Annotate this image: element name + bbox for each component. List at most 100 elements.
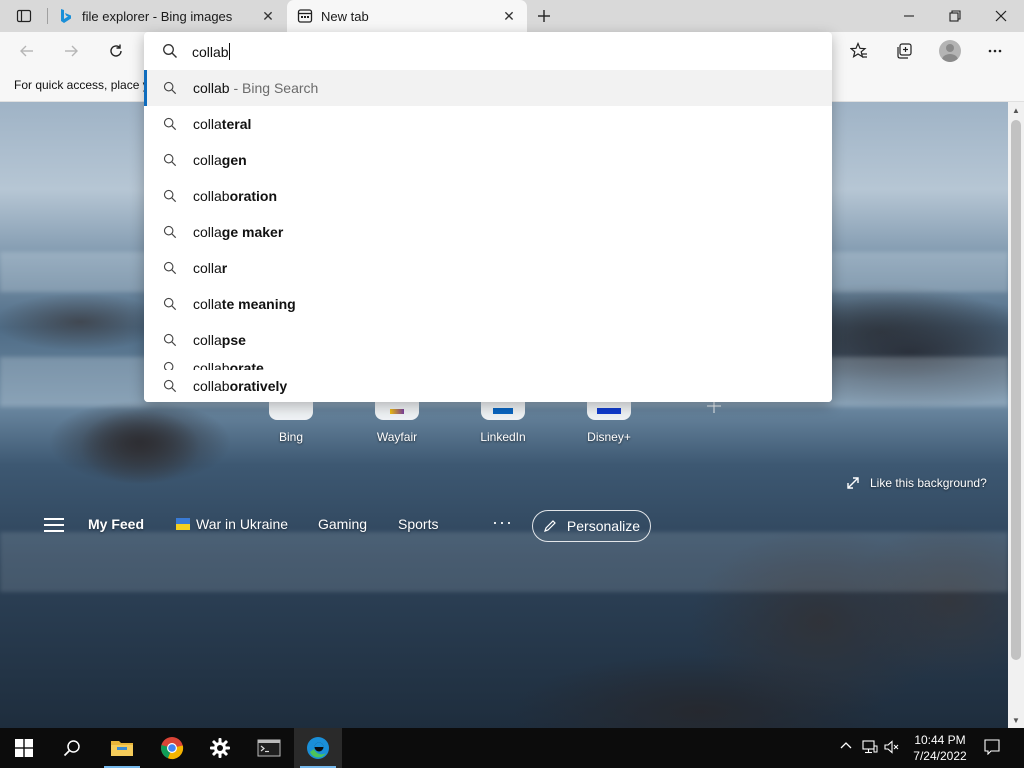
- avatar: [939, 40, 961, 62]
- network-button[interactable]: [862, 740, 878, 757]
- close-tab-icon[interactable]: ✕: [256, 4, 280, 28]
- more-dots-icon: [988, 49, 1002, 53]
- address-bar[interactable]: [144, 32, 832, 70]
- close-window-button[interactable]: [978, 0, 1024, 32]
- new-tab-button[interactable]: [531, 4, 557, 28]
- personalize-label: Personalize: [566, 518, 641, 534]
- profile-button[interactable]: [935, 37, 965, 65]
- search-icon: [162, 260, 178, 276]
- settings-more-button[interactable]: [980, 37, 1010, 65]
- chrome-icon: [161, 737, 184, 760]
- notifications-button[interactable]: [984, 739, 1000, 758]
- search-icon: [162, 188, 178, 204]
- search-button[interactable]: [48, 728, 96, 768]
- scroll-down-arrow-icon[interactable]: ▼: [1008, 712, 1024, 728]
- suggestion-completion: teral: [221, 116, 252, 132]
- suggestion-item[interactable]: colla te meaning: [144, 286, 832, 322]
- feed-tab-gaming[interactable]: Gaming: [318, 516, 367, 532]
- suggestion-item[interactable]: colla gen: [144, 142, 832, 178]
- like-background-button[interactable]: Like this background?: [846, 474, 987, 492]
- tab-new-tab[interactable]: New tab ✕: [287, 0, 527, 32]
- suggestion-prefix: colla: [193, 116, 222, 132]
- windows-taskbar: 10:44 PM 7/24/2022: [0, 728, 1024, 768]
- terminal-icon: [257, 739, 281, 757]
- back-arrow-icon: [20, 45, 33, 57]
- scroll-up-arrow-icon[interactable]: ▲: [1008, 102, 1024, 118]
- search-icon: [162, 152, 178, 168]
- tab-actions-button[interactable]: [6, 4, 42, 28]
- collections-icon: [897, 43, 912, 59]
- network-icon: [862, 740, 878, 754]
- personalize-button[interactable]: Personalize: [532, 510, 651, 542]
- feed-menu-button[interactable]: [44, 518, 64, 534]
- quick-link-label: LinkedIn: [480, 430, 526, 444]
- settings-taskbar-button[interactable]: [196, 728, 244, 768]
- show-hidden-icons-button[interactable]: [840, 740, 852, 755]
- volume-button[interactable]: [884, 740, 900, 757]
- suggestion-item[interactable]: colla ge maker: [144, 214, 832, 250]
- refresh-icon: [110, 44, 122, 57]
- terminal-taskbar-button[interactable]: [245, 728, 293, 768]
- volume-muted-icon: [884, 740, 899, 754]
- search-icon: [63, 740, 80, 757]
- suggestion-completion: r: [221, 260, 228, 276]
- search-icon: [162, 296, 178, 312]
- menu-line: [44, 518, 64, 520]
- search-icon: [162, 224, 178, 240]
- back-button[interactable]: [12, 37, 42, 65]
- newtab-icon: [297, 8, 313, 24]
- pencil-icon: [543, 520, 556, 532]
- plus-icon: [538, 10, 550, 22]
- edge-icon: [307, 737, 329, 759]
- tab-file-explorer[interactable]: file explorer - Bing images ✕: [48, 0, 286, 32]
- search-icon: [162, 332, 178, 348]
- file-explorer-taskbar-button[interactable]: [98, 728, 146, 768]
- close-tab-icon[interactable]: ✕: [497, 4, 521, 28]
- suggestion-item[interactable]: colla pse: [144, 322, 832, 358]
- suggestion-completion: ge maker: [221, 224, 284, 240]
- windows-logo-icon: [15, 739, 33, 757]
- feed-tab-war-in-ukraine[interactable]: War in Ukraine: [176, 516, 288, 532]
- chrome-taskbar-button[interactable]: [148, 728, 196, 768]
- search-icon: [162, 116, 178, 132]
- feed-tab-sports[interactable]: Sports: [398, 516, 438, 532]
- minimize-icon: [904, 15, 914, 17]
- forward-button[interactable]: [56, 37, 86, 65]
- address-input[interactable]: [192, 42, 812, 62]
- minimize-button[interactable]: [886, 0, 932, 32]
- suggestion-item[interactable]: collab - Bing Search: [144, 70, 832, 106]
- suggestion-item[interactable]: colla r: [144, 250, 832, 286]
- suggestion-item[interactable]: collab oratively: [144, 370, 832, 402]
- favorites-button[interactable]: [844, 37, 874, 65]
- collections-button[interactable]: [889, 37, 919, 65]
- suggestion-completion: oration: [229, 188, 278, 204]
- restore-button[interactable]: [932, 0, 978, 32]
- close-icon: [995, 10, 1007, 22]
- suggestion-prefix: colla: [193, 332, 222, 348]
- clock-time: 10:44 PM: [914, 733, 966, 747]
- start-button[interactable]: [0, 728, 48, 768]
- feed-tab-my-feed[interactable]: My Feed: [88, 516, 144, 532]
- refresh-button[interactable]: [101, 37, 131, 65]
- page-scrollbar[interactable]: ▲ ▼: [1008, 102, 1024, 728]
- tab-label: New tab: [321, 8, 369, 24]
- menu-line: [44, 524, 64, 526]
- scroll-thumb[interactable]: [1011, 120, 1021, 660]
- suggestion-item[interactable]: colla teral: [144, 106, 832, 142]
- feed-more-button[interactable]: ···: [492, 512, 513, 533]
- suggestion-prefix: colla: [193, 152, 222, 168]
- suggestion-item[interactable]: collab oration: [144, 178, 832, 214]
- like-background-label: Like this background?: [870, 476, 987, 490]
- title-bar: file explorer - Bing images ✕ New tab ✕: [0, 0, 1024, 32]
- tab-actions-icon: [16, 9, 32, 23]
- forward-arrow-icon: [65, 45, 78, 57]
- system-clock[interactable]: 10:44 PM 7/24/2022: [908, 732, 972, 764]
- folder-icon: [111, 741, 133, 756]
- favorites-bar-hint: For quick access, place y: [14, 78, 149, 92]
- expand-icon: [847, 477, 859, 489]
- suggestion-completion: gen: [221, 152, 247, 168]
- edge-taskbar-button[interactable]: [294, 728, 342, 768]
- ukraine-flag-icon: [176, 518, 190, 530]
- chevron-up-icon: [840, 742, 852, 749]
- gear-icon: [210, 738, 230, 758]
